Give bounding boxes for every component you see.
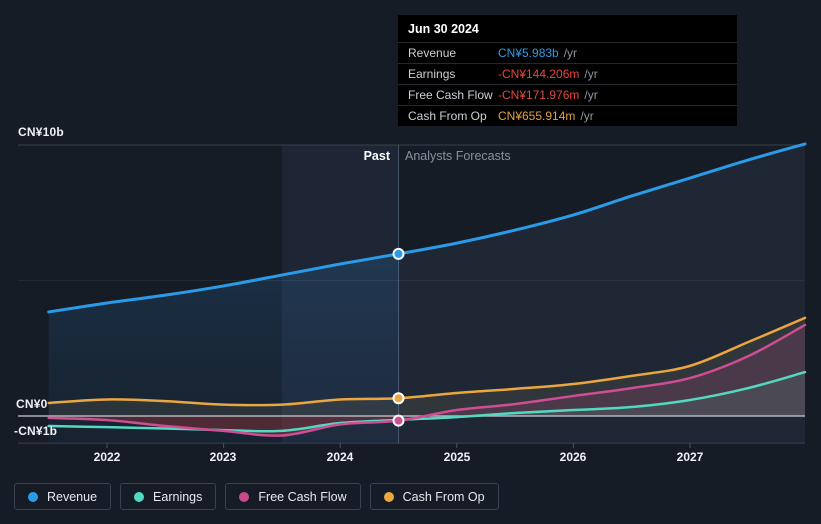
- tooltip-value: -CN¥171.976m: [498, 88, 580, 102]
- y-axis-label-10b: CN¥10b: [18, 125, 64, 139]
- chart-panel: CN¥10b CN¥0 -CN¥1b 2022 2023 2024 2025 2…: [0, 0, 821, 524]
- x-axis-label-2023: 2023: [209, 450, 237, 464]
- tooltip-value: CN¥5.983b: [498, 46, 559, 60]
- past-section-label: Past: [363, 149, 390, 163]
- x-axis-label-2024: 2024: [326, 450, 354, 464]
- legend-label: Free Cash Flow: [258, 489, 347, 504]
- tooltip-unit: /yr: [584, 88, 598, 102]
- x-axis-label-2026: 2026: [559, 450, 587, 464]
- tooltip-unit: /yr: [580, 109, 594, 123]
- tooltip-value: CN¥655.914m: [498, 109, 576, 123]
- tooltip-date: Jun 30 2024: [408, 22, 479, 36]
- tooltip-row-revenue: Revenue CN¥5.983b /yr: [398, 42, 737, 63]
- earnings-dot-icon: [134, 491, 145, 502]
- tooltip-row-cash-from-op: Cash From Op CN¥655.914m /yr: [398, 105, 737, 126]
- legend-label: Earnings: [153, 489, 203, 504]
- free-cash-flow-marker[interactable]: [392, 414, 405, 427]
- revenue-dot-icon: [28, 491, 38, 502]
- tooltip-row-free-cash-flow: Free Cash Flow -CN¥171.976m /yr: [398, 84, 737, 105]
- legend: Revenue Earnings Free Cash Flow Cash Fro…: [14, 483, 499, 510]
- tooltip-unit: /yr: [584, 67, 598, 81]
- tooltip-label: Cash From Op: [408, 109, 487, 123]
- legend-item-cash-from-op[interactable]: Cash From Op: [369, 483, 499, 510]
- legend-item-earnings[interactable]: Earnings: [120, 483, 217, 510]
- x-axis-label-2025: 2025: [443, 450, 471, 464]
- cash-from-op-dot-icon: [383, 491, 394, 502]
- x-axis-label-2022: 2022: [93, 450, 121, 464]
- tooltip-value: -CN¥144.206m: [498, 67, 580, 81]
- tooltip-unit: /yr: [563, 46, 578, 60]
- forecast-section-label: Analysts Forecasts: [405, 149, 511, 163]
- cash-from-op-marker[interactable]: [392, 392, 405, 405]
- revenue-marker[interactable]: [392, 247, 405, 260]
- y-axis-label-0: CN¥0: [16, 397, 48, 411]
- legend-item-revenue[interactable]: Revenue: [14, 483, 112, 510]
- tooltip-label: Free Cash Flow: [408, 88, 493, 102]
- legend-label: Cash From Op: [402, 489, 485, 504]
- legend-item-free-cash-flow[interactable]: Free Cash Flow: [225, 483, 361, 510]
- free-cash-flow-dot-icon: [239, 491, 250, 502]
- tooltip-label: Revenue: [408, 46, 457, 60]
- x-axis-label-2027: 2027: [676, 450, 704, 464]
- legend-label: Revenue: [47, 489, 98, 504]
- tooltip: Jun 30 2024 Revenue CN¥5.983b /yr Earnin…: [398, 15, 737, 126]
- y-axis-label-neg1b: -CN¥1b: [14, 424, 58, 438]
- tooltip-row-earnings: Earnings -CN¥144.206m /yr: [398, 63, 737, 84]
- tooltip-label: Earnings: [408, 67, 456, 81]
